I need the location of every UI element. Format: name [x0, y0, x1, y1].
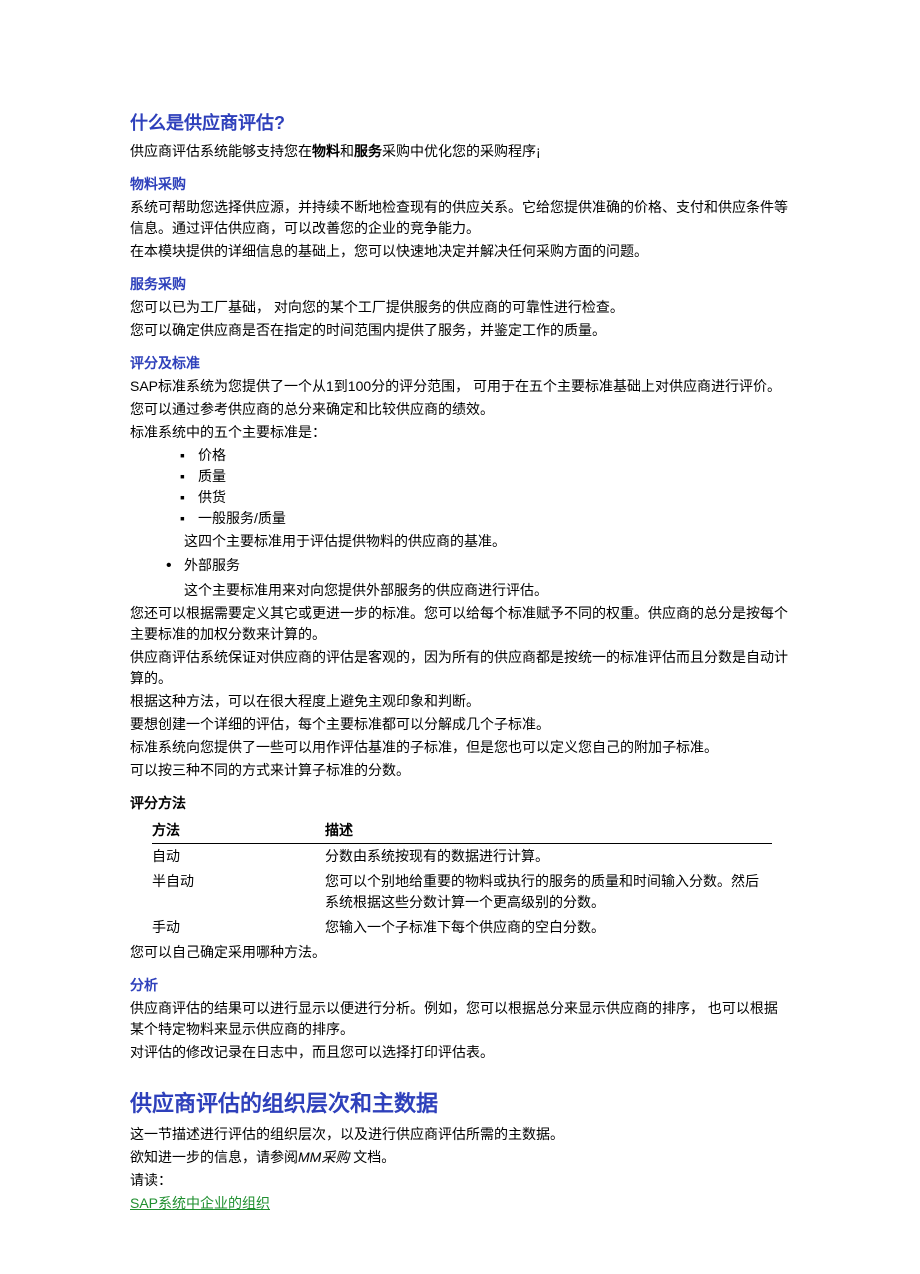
- subheading-scoring-criteria: 评分及标准: [130, 353, 790, 374]
- table-header-method: 方法: [152, 818, 325, 844]
- subheading-scoring-method: 评分方法: [130, 793, 790, 814]
- criteria-note-b: 这个主要标准用来对向您提供外部服务的供应商进行评估。: [184, 580, 790, 601]
- subheading-material-procurement: 物料采购: [130, 174, 790, 195]
- criteria-p3: 标准系统中的五个主要标准是：: [130, 422, 790, 443]
- material-p1: 系统可帮助您选择供应源，并持续不断地检查现有的供应关系。它给您提供准确的价格、支…: [130, 197, 790, 239]
- list-item: 供货: [180, 487, 790, 508]
- cell-description: 您可以个别地给重要的物料或执行的服务的质量和时间输入分数。然后系统根据这些分数计…: [325, 869, 772, 915]
- heading-what-is-vendor-evaluation: 什么是供应商评估?: [130, 110, 790, 137]
- service-p2: 您可以确定供应商是否在指定的时间范围内提供了服务，并鉴定工作的质量。: [130, 320, 790, 341]
- cell-method: 手动: [152, 915, 325, 940]
- criteria-p8: 标准系统向您提供了一些可以用作评估基准的子标准，但是您也可以定义您自己的附加子标…: [130, 737, 790, 758]
- cell-method: 自动: [152, 844, 325, 870]
- heading-org-levels-master-data: 供应商评估的组织层次和主数据: [130, 1087, 790, 1120]
- section2-p3: 请读：: [130, 1170, 790, 1191]
- cell-description: 您输入一个子标准下每个供应商的空白分数。: [325, 915, 772, 940]
- cell-method: 半自动: [152, 869, 325, 915]
- list-item: 价格: [180, 445, 790, 466]
- section2-p1: 这一节描述进行评估的组织层次，以及进行供应商评估所需的主数据。: [130, 1124, 790, 1145]
- service-p1: 您可以已为工厂基础， 对向您的某个工厂提供服务的供应商的可靠性进行检查。: [130, 297, 790, 318]
- intro-paragraph: 供应商评估系统能够支持您在物料和服务采购中优化您的采购程序¡: [130, 141, 790, 162]
- document-page: 什么是供应商评估? 供应商评估系统能够支持您在物料和服务采购中优化您的采购程序¡…: [0, 0, 920, 1274]
- criteria-p2: 您可以通过参考供应商的总分来确定和比较供应商的绩效。: [130, 399, 790, 420]
- material-p2: 在本模块提供的详细信息的基础上，您可以快速地决定并解决任何采购方面的问题。: [130, 241, 790, 262]
- criteria-p6: 根据这种方法，可以在很大程度上避免主观印象和判断。: [130, 691, 790, 712]
- method-after: 您可以自己确定采用哪种方法。: [130, 942, 790, 963]
- criteria-p5: 供应商评估系统保证对供应商的评估是客观的，因为所有的供应商都是按统一的标准评估而…: [130, 647, 790, 689]
- criteria-list-b: 外部服务: [130, 554, 790, 578]
- criteria-p9: 可以按三种不同的方式来计算子标准的分数。: [130, 760, 790, 781]
- table-row: 半自动 您可以个别地给重要的物料或执行的服务的质量和时间输入分数。然后系统根据这…: [152, 869, 772, 915]
- table-row: 手动 您输入一个子标准下每个供应商的空白分数。: [152, 915, 772, 940]
- subheading-service-procurement: 服务采购: [130, 274, 790, 295]
- analysis-p1: 供应商评估的结果可以进行显示以便进行分析。例如，您可以根据总分来显示供应商的排序…: [130, 998, 790, 1040]
- section2-p2: 欲知进一步的信息，请参阅MM采购 文档。: [130, 1147, 790, 1168]
- criteria-p4: 您还可以根据需要定义其它或更进一步的标准。您可以给每个标准赋予不同的权重。供应商…: [130, 603, 790, 645]
- link-sap-org[interactable]: SAP系统中企业的组织: [130, 1195, 270, 1211]
- criteria-list-a: 价格 质量 供货 一般服务/质量: [130, 445, 790, 529]
- subheading-analysis: 分析: [130, 975, 790, 996]
- scoring-method-table: 方法 描述 自动 分数由系统按现有的数据进行计算。 半自动 您可以个别地给重要的…: [152, 818, 772, 940]
- list-item: 一般服务/质量: [180, 508, 790, 529]
- cell-description: 分数由系统按现有的数据进行计算。: [325, 844, 772, 870]
- criteria-p7: 要想创建一个详细的评估，每个主要标准都可以分解成几个子标准。: [130, 714, 790, 735]
- table-row: 自动 分数由系统按现有的数据进行计算。: [152, 844, 772, 870]
- analysis-p2: 对评估的修改记录在日志中，而且您可以选择打印评估表。: [130, 1042, 790, 1063]
- criteria-note-a: 这四个主要标准用于评估提供物料的供应商的基准。: [184, 531, 790, 552]
- list-item: 质量: [180, 466, 790, 487]
- list-item: 外部服务: [166, 554, 790, 578]
- table-header-description: 描述: [325, 818, 772, 844]
- criteria-p1: SAP标准系统为您提供了一个从1到100分的评分范围， 可用于在五个主要标准基础…: [130, 376, 790, 397]
